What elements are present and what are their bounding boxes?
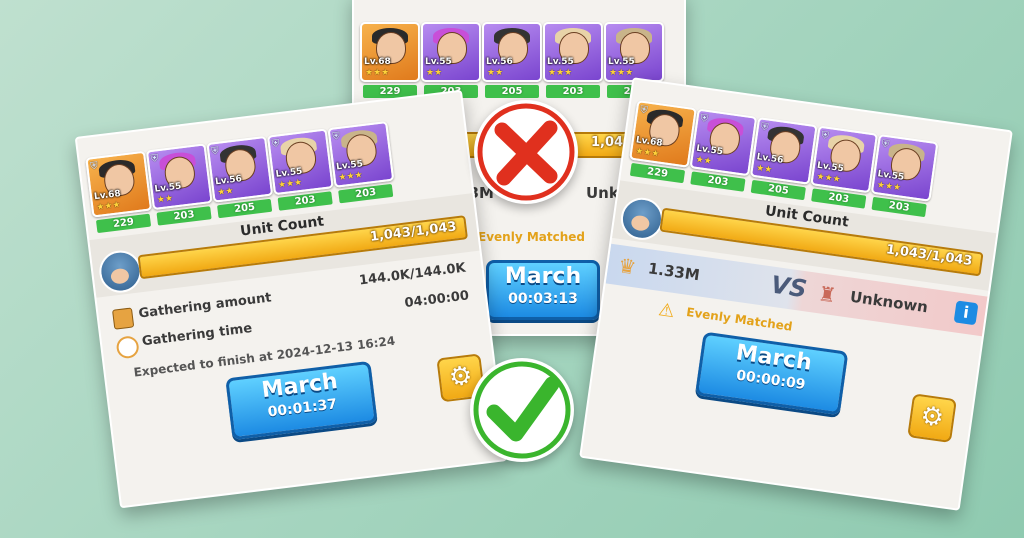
hero-slot[interactable]: ⛨ Lv.55 ★★★ 203 [327, 120, 395, 204]
march-button[interactable]: March 00:01:37 [225, 360, 378, 441]
enemy-label: Unknown [848, 287, 930, 317]
enemy-crest-icon: ♜ [816, 281, 838, 308]
info-button[interactable]: i [953, 300, 979, 326]
hero-slot[interactable]: ⛨ Lv.68 ★★★ 229 [85, 150, 153, 234]
check-mark-icon [470, 358, 574, 462]
gather-amount-value: 144.0K/144.0K [358, 260, 467, 289]
clock-icon [115, 335, 140, 360]
settings-gear-icon[interactable]: ⚙ [907, 393, 957, 443]
gather-time-label: Gathering time [141, 321, 253, 350]
hero-slot[interactable]: ⛨ Lv.56 ★★ 205 [206, 135, 274, 219]
march-button[interactable]: March 00:03:13 [486, 260, 600, 320]
matchup-label: Evenly Matched [685, 304, 794, 334]
gather-time-value: 04:00:00 [403, 288, 470, 312]
hero-slot[interactable]: ⛨ Lv.55 ★★★ 203 [810, 125, 879, 209]
left-march-card: ⛨ Lv.68 ★★★ 229 ⛨ Lv.55 ★★ 203 ⛨ Lv.56 ★★ 205 ⛨ Lv… [74, 89, 508, 509]
hero-slot[interactable]: ⛨ Lv.56 ★★ 205 [749, 117, 818, 201]
warning-icon: ⚠ [657, 299, 676, 323]
hero-slot[interactable]: ⛨ Lv.55 ★★★ 203 [870, 134, 939, 218]
matchup-label: Evenly Matched [478, 230, 585, 244]
power-value: 1.33M [646, 259, 701, 285]
right-march-card: ⛨ Lv.68 ★★★ 229 ⛨ Lv.55 ★★ 203 ⛨ Lv.56 ★★ 205 ⛨ Lv… [579, 77, 1013, 511]
wrong-mark-icon [474, 100, 578, 204]
hero-slot[interactable]: Lv.55★★★203 [543, 22, 603, 98]
power-crest-icon: ♛ [616, 253, 638, 280]
hero-slot[interactable]: Lv.55★★203 [421, 22, 481, 98]
hero-slot[interactable]: ⛨ Lv.68 ★★★ 229 [629, 100, 697, 184]
wood-icon [111, 307, 135, 330]
hero-slot[interactable]: ⛨ Lv.55 ★★ 203 [145, 143, 213, 226]
hero-slot[interactable]: ⛨ Lv.55 ★★★ 203 [266, 128, 334, 211]
hero-slot[interactable]: Lv.56 ★★ 205 [482, 22, 542, 98]
gather-amount-label: Gathering amount [137, 290, 273, 322]
vs-label: VS [769, 270, 809, 304]
hero-slot[interactable]: ⛨ Lv.55 ★★ 203 [689, 108, 758, 192]
hero-slot[interactable]: Lv.68 ★★★ 229 [360, 22, 420, 98]
march-button[interactable]: March 00:00:09 [694, 331, 849, 416]
